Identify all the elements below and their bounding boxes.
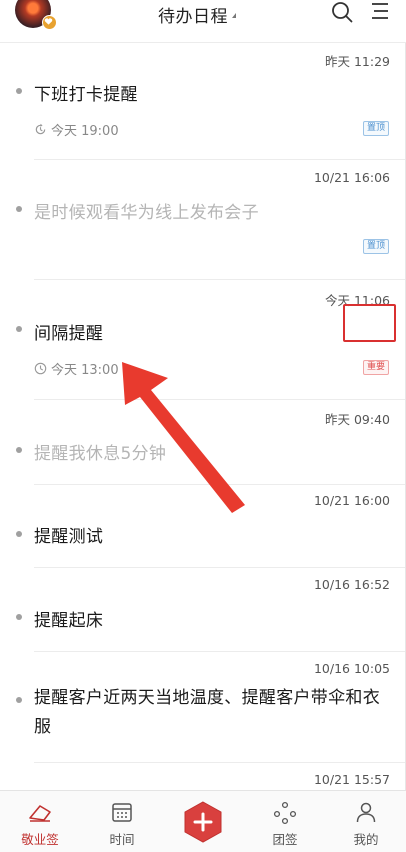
nav-time[interactable]: 时间 — [87, 791, 157, 852]
item-text: 下班打卡提醒 — [34, 85, 138, 105]
item-text: 提醒测试 — [34, 527, 104, 547]
item-text: 提醒客户近两天当地温度、提醒客户带伞和衣服 — [34, 688, 380, 737]
item-text: 提醒我休息5分钟 — [34, 444, 167, 464]
bullet-icon — [16, 447, 22, 453]
bullet-icon — [16, 206, 22, 212]
heart-icon — [42, 15, 57, 30]
team-icon — [273, 801, 297, 825]
pinned-badge: 置顶 — [362, 121, 389, 136]
plus-icon — [184, 801, 222, 843]
reminder-time: 今天 19:00 — [51, 124, 119, 139]
list-item[interactable]: 10/21 16:00 提醒测试 — [0, 485, 405, 568]
nav-jingyeqian[interactable]: 敬业签 — [5, 791, 75, 852]
nav-label: 团签 — [272, 832, 298, 847]
bullet-icon — [16, 326, 22, 332]
bullet-icon — [16, 614, 22, 620]
title-dropdown-icon[interactable] — [232, 13, 236, 18]
item-reminder: 今天 19:00 — [34, 120, 119, 139]
add-button[interactable] — [182, 800, 224, 844]
bullet-icon — [16, 531, 22, 537]
nav-label: 时间 — [109, 832, 135, 847]
item-timestamp: 昨天 09:40 — [325, 412, 390, 427]
note-tag-icon — [29, 805, 51, 822]
important-badge: 重要 — [362, 360, 389, 375]
item-timestamp: 10/16 10:05 — [313, 661, 390, 676]
pinned-badge: 置顶 — [362, 239, 389, 254]
nav-label: 敬业签 — [21, 832, 59, 847]
user-icon — [356, 802, 376, 823]
todo-list: 昨天 11:29 下班打卡提醒 今天 19:00 置顶 10/21 16:06 … — [0, 43, 405, 790]
repeat-alarm-icon — [35, 123, 46, 135]
bullet-icon — [16, 697, 22, 703]
item-timestamp: 昨天 11:29 — [325, 54, 390, 69]
nav-team[interactable]: 团签 — [250, 791, 320, 852]
list-item[interactable]: 10/16 16:52 提醒起床 — [0, 568, 405, 652]
bullet-icon — [16, 88, 22, 94]
search-icon[interactable] — [331, 1, 353, 27]
list-item[interactable]: 昨天 09:40 提醒我休息5分钟 — [0, 400, 405, 485]
list-item[interactable]: 10/16 10:05 提醒客户近两天当地温度、提醒客户带伞和衣服 — [0, 652, 405, 763]
nav-mine[interactable]: 我的 — [331, 791, 401, 852]
item-timestamp: 10/21 16:06 — [313, 170, 390, 185]
list-item[interactable]: 10/21 16:06 是时候观看华为线上发布会子 置顶 — [0, 160, 405, 280]
top-bar: 待办日程 — [0, 0, 406, 43]
calendar-icon — [112, 803, 132, 822]
menu-icon[interactable] — [369, 1, 391, 25]
list-item[interactable]: 昨天 11:29 下班打卡提醒 今天 19:00 置顶 — [0, 43, 405, 160]
clock-icon — [34, 362, 47, 375]
item-timestamp: 10/16 16:52 — [313, 577, 390, 592]
page-title[interactable]: 待办日程 — [158, 2, 228, 27]
annotation-highlight-box — [343, 304, 396, 342]
item-timestamp: 10/21 16:00 — [313, 493, 390, 508]
bottom-nav: 敬业签 时间 团签 我的 — [0, 790, 406, 852]
item-text: 是时候观看华为线上发布会子 — [34, 203, 259, 223]
item-text: 间隔提醒 — [34, 324, 104, 344]
list-item[interactable]: 10/21 15:57 — [0, 763, 405, 790]
item-reminder: 今天 13:00 — [34, 359, 119, 378]
nav-label: 我的 — [353, 832, 379, 847]
item-text: 提醒起床 — [34, 611, 104, 631]
item-timestamp: 10/21 15:57 — [313, 772, 390, 787]
reminder-time: 今天 13:00 — [51, 363, 119, 378]
